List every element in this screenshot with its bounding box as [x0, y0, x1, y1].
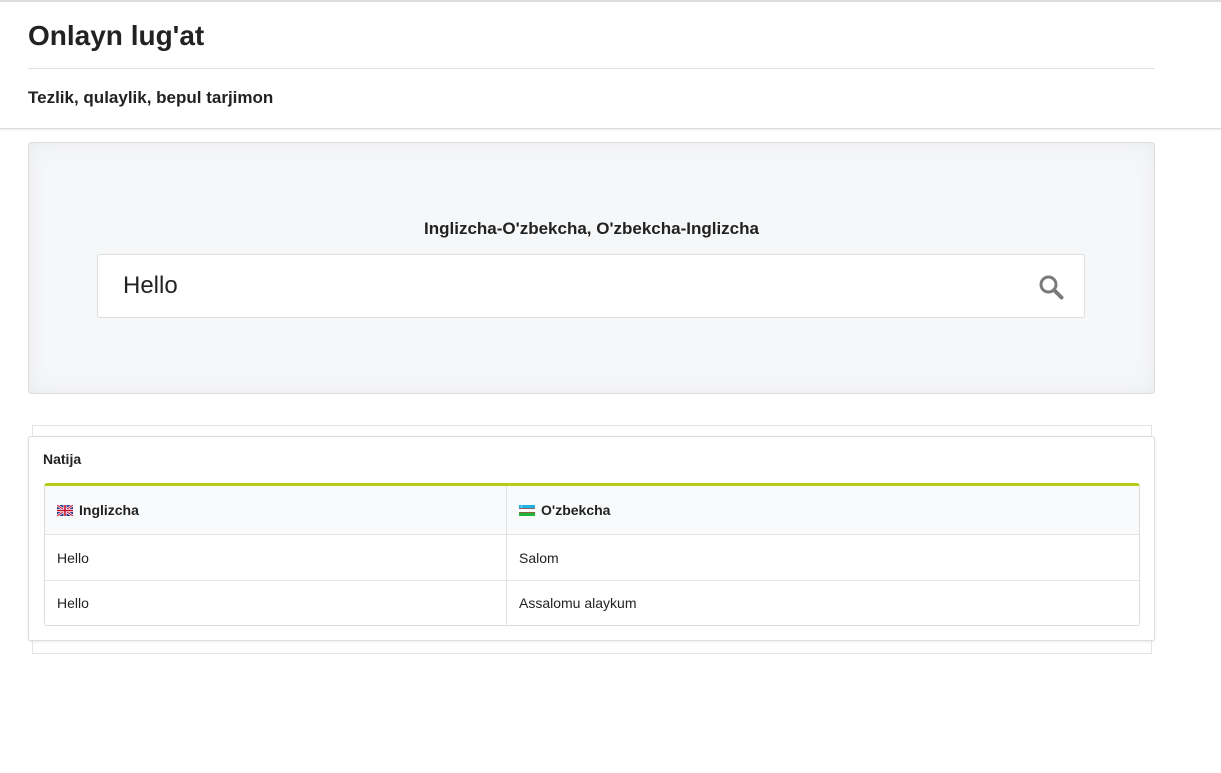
search-box[interactable]: [97, 254, 1085, 318]
search-icon[interactable]: [1038, 274, 1064, 300]
table-header-row: Inglizcha O'zbekcha: [45, 486, 1139, 535]
site-header: Onlayn lug'at Tezlik, qulaylik, bepul ta…: [0, 0, 1221, 129]
result-table: Inglizcha O'zbekcha Hello Salom Hello As…: [44, 483, 1140, 626]
search-input[interactable]: [98, 255, 1018, 317]
table-row: Hello Assalomu alaykum: [45, 580, 1139, 625]
search-heading: Inglizcha-O'zbekcha, O'zbekcha-Inglizcha: [424, 219, 759, 238]
cell-uzbek: Salom: [519, 549, 559, 566]
cell-uzbek: Assalomu alaykum: [507, 580, 1139, 625]
header-divider: [28, 68, 1155, 69]
card-stack-edge-bottom: [31, 640, 1153, 654]
result-title: Natija: [43, 451, 82, 467]
column-header-english: Inglizcha: [45, 486, 507, 535]
column-label: O'zbekcha: [541, 501, 611, 518]
site-title: Onlayn lug'at: [28, 20, 205, 51]
column-label: Inglizcha: [79, 501, 139, 518]
cell-english: Hello: [45, 535, 507, 580]
column-header-uzbek: O'zbekcha: [507, 486, 1139, 535]
result-card: Natija Inglizcha O'zbekcha Hello Salom H…: [28, 436, 1155, 641]
uk-flag-icon: [56, 503, 74, 519]
table-row: Hello Salom: [45, 535, 1139, 580]
site-tagline: Tezlik, qulaylik, bepul tarjimon: [28, 88, 274, 107]
uz-flag-icon: [519, 503, 535, 519]
cell-english: Hello: [45, 580, 507, 625]
search-panel: Inglizcha-O'zbekcha, O'zbekcha-Inglizcha: [28, 142, 1155, 394]
